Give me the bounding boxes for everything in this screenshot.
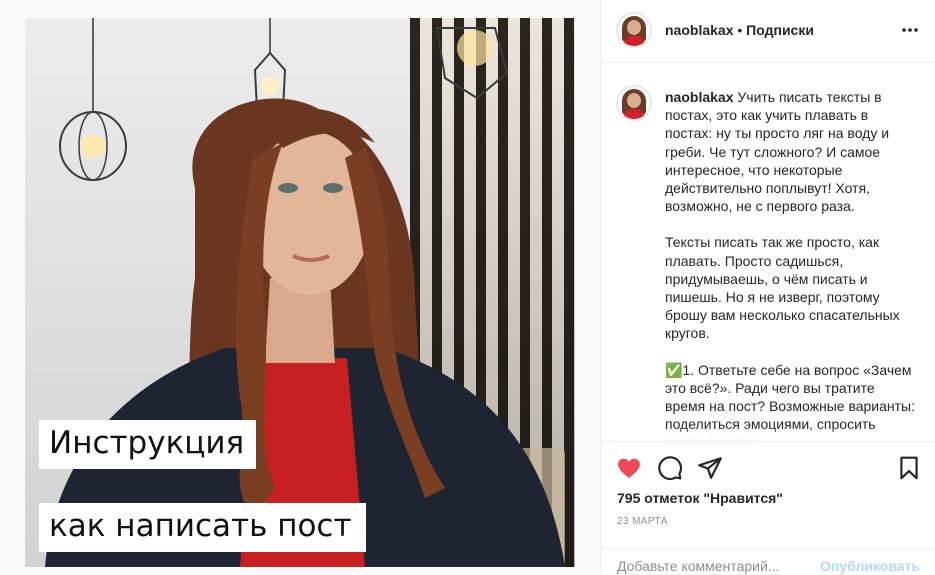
photo-caption-subtitle: как написать пост bbox=[39, 503, 366, 552]
author-username[interactable]: naoblakax bbox=[665, 22, 733, 38]
caption-paragraph-2: Тексты писать так же просто, как плавать… bbox=[665, 234, 900, 342]
caption-fade bbox=[601, 427, 935, 441]
avatar-shirt bbox=[624, 109, 644, 119]
avatar-face bbox=[627, 20, 641, 35]
post-caption: naoblakax Учить писать тексты в постах, … bbox=[665, 88, 917, 441]
author-line: naoblakax • Подписки bbox=[665, 22, 814, 38]
post-image[interactable]: Инструкция как написать пост bbox=[25, 18, 575, 567]
photo-caption-title: Инструкция bbox=[39, 420, 257, 469]
more-horizontal-icon[interactable] bbox=[900, 20, 920, 40]
author-avatar[interactable] bbox=[616, 12, 652, 48]
caption-scroll-area[interactable]: naoblakax Учить писать тексты в постах, … bbox=[601, 63, 935, 441]
publish-button[interactable]: Опубликовать bbox=[820, 558, 920, 574]
comment-input[interactable] bbox=[617, 557, 817, 575]
follow-status-button[interactable]: Подписки bbox=[746, 22, 814, 38]
post-date[interactable]: 23 марта bbox=[617, 516, 668, 527]
share-icon[interactable] bbox=[697, 455, 723, 481]
header-separator: • bbox=[733, 22, 747, 38]
post-actions: 795 отметок "Нравится" 23 марта bbox=[601, 441, 935, 562]
caption-text-1: Учить писать тексты в постах, это как уч… bbox=[665, 89, 890, 215]
avatar-face bbox=[627, 93, 641, 108]
avatar-shirt bbox=[624, 36, 644, 46]
add-comment-bar: Опубликовать bbox=[601, 548, 935, 575]
caption-username[interactable]: naoblakax bbox=[665, 89, 733, 105]
caption-paragraph-1: naoblakax Учить писать тексты в постах, … bbox=[665, 88, 917, 215]
post-side-panel: naoblakax • Подписки naoblakax Учить пис… bbox=[600, 0, 935, 575]
heart-icon[interactable] bbox=[616, 455, 642, 481]
photo-illustration bbox=[45, 18, 565, 567]
likes-count[interactable]: 795 отметок "Нравится" bbox=[617, 490, 783, 506]
caption-avatar[interactable] bbox=[616, 85, 652, 121]
comment-icon[interactable] bbox=[657, 455, 683, 481]
post-header: naoblakax • Подписки bbox=[601, 0, 935, 63]
bookmark-icon[interactable] bbox=[896, 455, 922, 481]
